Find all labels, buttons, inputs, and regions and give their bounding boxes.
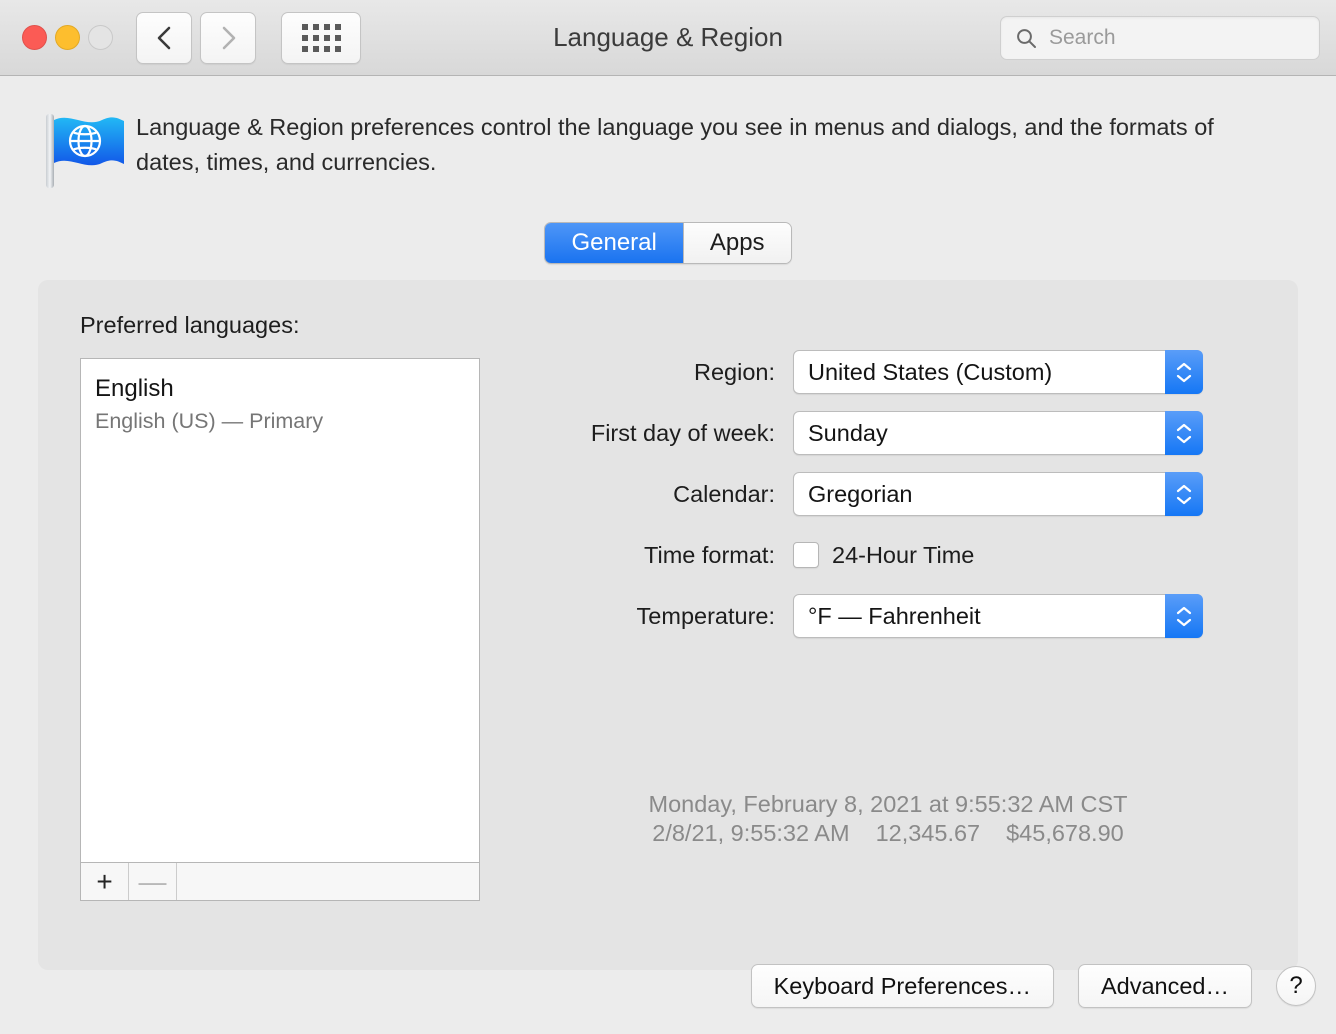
list-item[interactable]: English English (US) — Primary — [81, 359, 479, 437]
region-label: Region: — [694, 358, 775, 385]
preview-currency: $45,678.90 — [1006, 820, 1124, 846]
language-name: English — [95, 375, 174, 402]
region-row: Region: United States (Custom) — [538, 350, 1258, 394]
chevron-down-icon — [1176, 618, 1192, 626]
language-list-toolbar: + — — [80, 863, 480, 901]
language-region-flag-icon — [44, 106, 136, 195]
minimize-button[interactable] — [55, 25, 80, 50]
segmented-control: General Apps — [544, 222, 792, 264]
temperature-label: Temperature: — [636, 602, 775, 629]
region-popup-button[interactable]: United States (Custom) — [793, 350, 1203, 394]
forward-icon — [222, 26, 236, 49]
remove-language-button: — — [129, 863, 177, 900]
preferences-header: Language & Region preferences control th… — [0, 76, 1336, 195]
region-stepper[interactable] — [1165, 350, 1203, 394]
search-placeholder: Search — [1049, 25, 1116, 49]
tab-apps[interactable]: Apps — [682, 223, 791, 263]
first-day-stepper[interactable] — [1165, 411, 1203, 455]
preferred-languages-list[interactable]: English English (US) — Primary — [80, 358, 480, 863]
temperature-popup-button[interactable]: °F — Fahrenheit — [793, 594, 1203, 638]
temperature-stepper[interactable] — [1165, 594, 1203, 638]
first-day-row: First day of week: Sunday — [538, 411, 1258, 455]
temperature-row: Temperature: °F — Fahrenheit — [538, 594, 1258, 638]
chevron-up-icon — [1176, 362, 1192, 370]
language-detail: English (US) — Primary — [95, 409, 324, 433]
calendar-label: Calendar: — [673, 480, 775, 507]
navigation-buttons — [136, 11, 256, 64]
traffic-lights — [22, 25, 113, 50]
calendar-popup-button[interactable]: Gregorian — [793, 472, 1203, 516]
advanced-button[interactable]: Advanced… — [1077, 964, 1252, 1008]
preview-long-date: Monday, February 8, 2021 at 9:55:32 AM C… — [648, 791, 1128, 817]
back-button[interactable] — [136, 11, 192, 64]
forward-button[interactable] — [200, 11, 256, 64]
calendar-stepper[interactable] — [1165, 472, 1203, 516]
footer-buttons: Keyboard Preferences… Advanced… ? — [0, 964, 1336, 1008]
show-all-button[interactable] — [281, 11, 361, 64]
preview-short-line: 2/8/21, 9:55:32 AM 12,345.67 $45,678.90 — [538, 819, 1238, 848]
preview-short-date: 2/8/21, 9:55:32 AM — [652, 820, 850, 846]
chevron-up-icon — [1176, 484, 1192, 492]
zoom-button — [88, 25, 113, 50]
tab-bar: General Apps — [0, 222, 1336, 264]
time-format-row: Time format: 24-Hour Time — [538, 533, 1258, 577]
chevron-down-icon — [1176, 496, 1192, 504]
24-hour-time-checkbox-row[interactable]: 24-Hour Time — [793, 542, 974, 569]
region-value: United States (Custom) — [808, 358, 1053, 385]
search-icon — [1017, 28, 1036, 48]
back-icon — [157, 26, 171, 49]
chevron-up-icon — [1176, 606, 1192, 614]
close-button[interactable] — [22, 25, 47, 50]
calendar-row: Calendar: Gregorian — [538, 472, 1258, 516]
temperature-value: °F — Fahrenheit — [808, 602, 981, 629]
content-panel: Preferred languages: English English (US… — [38, 280, 1298, 970]
chevron-up-icon — [1176, 423, 1192, 431]
first-day-popup-button[interactable]: Sunday — [793, 411, 1203, 455]
first-day-label: First day of week: — [590, 419, 775, 446]
chevron-down-icon — [1176, 435, 1192, 443]
time-format-label: Time format: — [643, 541, 775, 568]
24-hour-time-checkbox[interactable] — [793, 542, 819, 568]
window-titlebar: Language & Region Search — [0, 0, 1336, 76]
format-preview: Monday, February 8, 2021 at 9:55:32 AM C… — [538, 790, 1238, 848]
calendar-value: Gregorian — [808, 480, 913, 507]
preview-number: 12,345.67 — [875, 820, 981, 846]
help-button[interactable]: ? — [1276, 966, 1316, 1006]
preferred-languages-label: Preferred languages: — [80, 312, 300, 338]
keyboard-preferences-button[interactable]: Keyboard Preferences… — [750, 964, 1054, 1008]
chevron-down-icon — [1176, 374, 1192, 382]
24-hour-time-label: 24-Hour Time — [832, 541, 975, 568]
tab-general[interactable]: General — [545, 223, 683, 263]
region-settings-form: Region: United States (Custom) First day… — [538, 350, 1258, 655]
search-field[interactable]: Search — [1000, 15, 1320, 60]
grid-icon — [301, 23, 341, 52]
add-language-button[interactable]: + — [81, 863, 129, 900]
first-day-value: Sunday — [808, 419, 888, 446]
preferences-description: Language & Region preferences control th… — [136, 114, 1214, 175]
